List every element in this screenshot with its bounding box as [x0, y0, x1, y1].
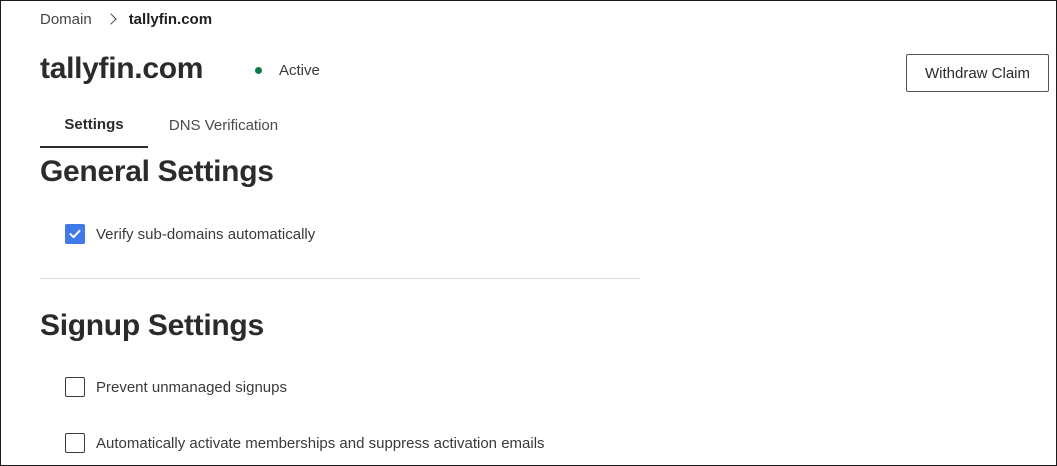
status-label: Active — [279, 62, 320, 79]
checkmark-icon — [69, 229, 81, 239]
status-indicator: Active — [255, 62, 320, 79]
prevent-unmanaged-signups-checkbox[interactable] — [65, 377, 85, 397]
breadcrumb-current: tallyfin.com — [128, 10, 213, 28]
section-divider — [40, 278, 640, 279]
tab-settings[interactable]: Settings — [40, 103, 148, 148]
page-title: tallyfin.com — [40, 52, 204, 85]
verify-subdomains-label: Verify sub-domains automatically — [96, 225, 316, 243]
breadcrumb: Domain tallyfin.com — [40, 9, 212, 29]
auto-activate-memberships-checkbox[interactable] — [65, 433, 85, 453]
verify-subdomains-checkbox[interactable] — [65, 224, 85, 244]
verify-subdomains-option[interactable]: Verify sub-domains automatically — [65, 224, 315, 244]
breadcrumb-domain-link[interactable]: Domain — [40, 11, 92, 28]
prevent-unmanaged-signups-option[interactable]: Prevent unmanaged signups — [65, 377, 287, 397]
tab-bar: Settings DNS Verification — [40, 103, 297, 148]
page-frame: Domain tallyfin.com tallyfin.com Active … — [0, 0, 1057, 466]
signup-settings-heading: Signup Settings — [40, 309, 264, 342]
auto-activate-memberships-option[interactable]: Automatically activate memberships and s… — [65, 433, 545, 453]
withdraw-claim-button[interactable]: Withdraw Claim — [906, 54, 1049, 92]
chevron-right-icon — [105, 13, 117, 25]
auto-activate-memberships-label: Automatically activate memberships and s… — [96, 434, 545, 452]
prevent-unmanaged-signups-label: Prevent unmanaged signups — [96, 378, 287, 396]
general-settings-heading: General Settings — [40, 155, 274, 188]
status-dot-icon — [255, 67, 262, 74]
tab-dns-verification[interactable]: DNS Verification — [150, 103, 297, 148]
